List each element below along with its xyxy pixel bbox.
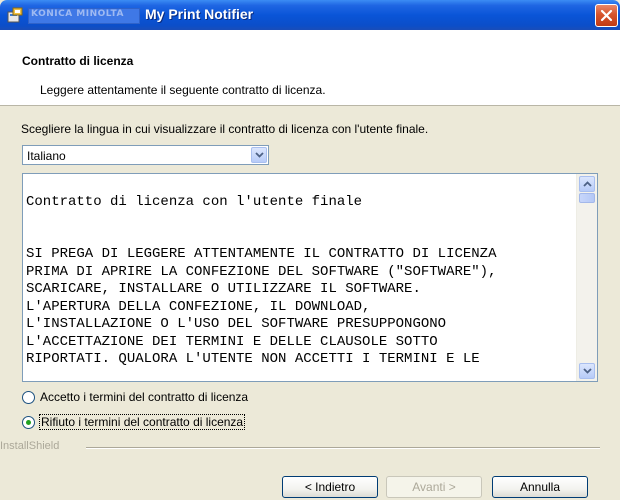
installer-icon bbox=[6, 6, 24, 24]
language-dropdown[interactable]: Italiano bbox=[22, 145, 269, 165]
dropdown-button[interactable] bbox=[251, 147, 267, 163]
language-dropdown-value: Italiano bbox=[27, 149, 66, 163]
decline-terms-radio[interactable]: Rifiuto i termini del contratto di licen… bbox=[22, 414, 282, 432]
language-prompt: Scegliere la lingua in cui visualizzare … bbox=[21, 122, 429, 136]
close-button[interactable] bbox=[595, 4, 618, 27]
close-icon bbox=[600, 9, 613, 22]
vertical-scrollbar[interactable] bbox=[576, 174, 597, 381]
chevron-up-icon bbox=[583, 181, 592, 187]
page-subtitle: Leggere attentamente il seguente contrat… bbox=[40, 83, 326, 97]
scroll-down-button[interactable] bbox=[579, 363, 595, 379]
header-panel: Contratto di licenza Leggere attentament… bbox=[0, 30, 620, 106]
radio-dot bbox=[26, 420, 31, 425]
installshield-label: InstallShield bbox=[0, 440, 60, 452]
back-button[interactable]: < Indietro bbox=[282, 476, 378, 498]
scroll-up-button[interactable] bbox=[579, 176, 595, 192]
brand-logo-text: KONICA MINOLTA bbox=[31, 9, 124, 19]
page-title: Contratto di licenza bbox=[22, 54, 134, 68]
footer-divider bbox=[86, 447, 600, 449]
accept-terms-label[interactable]: Accetto i termini del contratto di licen… bbox=[40, 390, 248, 404]
license-text: Contratto di licenza con l'utente finale… bbox=[26, 193, 497, 368]
decline-terms-label[interactable]: Rifiuto i termini del contratto di licen… bbox=[39, 414, 246, 430]
cancel-button[interactable]: Annulla bbox=[492, 476, 588, 498]
window-title: My Print Notifier bbox=[145, 6, 254, 22]
radio-button-selected[interactable] bbox=[22, 416, 35, 429]
title-bar[interactable]: KONICA MINOLTA My Print Notifier bbox=[0, 0, 620, 30]
chevron-down-icon bbox=[255, 152, 264, 158]
chevron-down-icon bbox=[583, 368, 592, 374]
scroll-thumb[interactable] bbox=[579, 193, 595, 203]
radio-button-unselected[interactable] bbox=[22, 391, 35, 404]
license-text-area[interactable]: Contratto di licenza con l'utente finale… bbox=[22, 173, 598, 382]
accept-terms-radio[interactable]: Accetto i termini del contratto di licen… bbox=[22, 389, 282, 407]
installer-window: KONICA MINOLTA My Print Notifier Contrat… bbox=[0, 0, 620, 500]
next-button[interactable]: Avanti > bbox=[386, 476, 482, 498]
